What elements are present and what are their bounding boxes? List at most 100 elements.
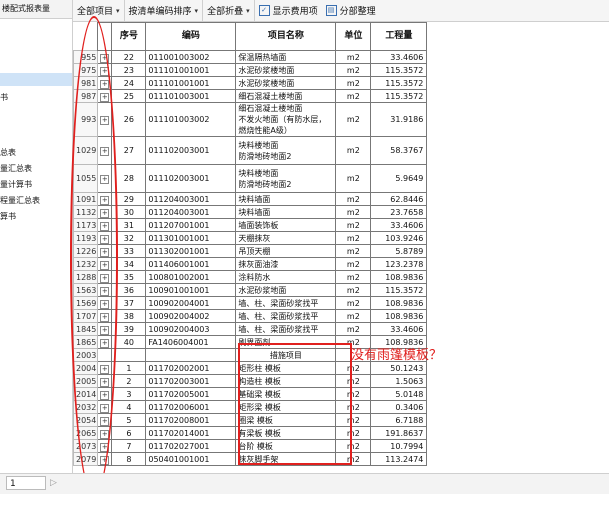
- page-input[interactable]: 1: [6, 476, 46, 490]
- table-row[interactable]: 2014 +3 011702005001 基础梁 模板 m2 5.0148: [72, 387, 428, 401]
- expand-cell[interactable]: +: [97, 205, 113, 219]
- seq-cell[interactable]: 35: [111, 270, 147, 284]
- qty-cell[interactable]: 115.3572: [370, 63, 428, 77]
- expand-cell[interactable]: +: [97, 218, 113, 232]
- expand-cell[interactable]: +: [97, 257, 113, 271]
- code-cell[interactable]: 100902004003: [145, 322, 237, 336]
- name-cell[interactable]: 块料墙面: [235, 192, 337, 206]
- name-cell[interactable]: 构造柱 模板: [235, 374, 337, 388]
- qty-cell[interactable]: 123.2378: [370, 257, 428, 271]
- name-cell[interactable]: 有梁板 模板: [235, 426, 337, 440]
- code-cell[interactable]: 011702003001: [145, 374, 237, 388]
- code-cell[interactable]: 011301001001: [145, 231, 237, 245]
- table-row[interactable]: 1193 +32 011301001001 天棚抹灰 m2 103.9246: [72, 231, 428, 245]
- seq-cell[interactable]: 4: [111, 400, 147, 414]
- seq-cell[interactable]: 36: [111, 283, 147, 297]
- unit-header[interactable]: 单位: [335, 22, 372, 51]
- seq-cell[interactable]: 31: [111, 218, 147, 232]
- expand-cell[interactable]: +: [97, 102, 113, 137]
- seq-cell[interactable]: 2: [111, 374, 147, 388]
- expand-cell[interactable]: +: [97, 400, 113, 414]
- code-cell[interactable]: 011702014001: [145, 426, 237, 440]
- seq-cell[interactable]: 38: [111, 309, 147, 323]
- code-cell[interactable]: FA1406004001: [145, 335, 237, 349]
- expand-cell[interactable]: [97, 348, 113, 362]
- expand-icon[interactable]: +: [100, 338, 110, 348]
- expand-icon[interactable]: +: [100, 234, 110, 244]
- seq-cell[interactable]: 6: [111, 426, 147, 440]
- expand-cell[interactable]: +: [97, 283, 113, 297]
- table-row[interactable]: 2065 +6 011702014001 有梁板 模板 m2 191.8637: [72, 426, 428, 440]
- unit-cell[interactable]: m2: [335, 164, 372, 193]
- name-cell[interactable]: 水泥砂浆楼地面: [235, 63, 337, 77]
- unit-cell[interactable]: m2: [335, 387, 372, 401]
- all-items-dropdown[interactable]: 全部项目 ▾: [73, 0, 125, 21]
- table-row[interactable]: 1226 +33 011302001001 吊顶天棚 m2 5.8789: [72, 244, 428, 258]
- unit-cell[interactable]: m2: [335, 413, 372, 427]
- code-cell[interactable]: 011207001001: [145, 218, 237, 232]
- expand-icon[interactable]: +: [100, 312, 110, 322]
- table-row[interactable]: 975 +23 011101001001 水泥砂浆楼地面 m2 115.3572: [72, 63, 428, 77]
- sidebar-item-qty-calc[interactable]: 量计算书: [0, 178, 72, 191]
- qty-cell[interactable]: 108.9836: [370, 296, 428, 310]
- expand-icon[interactable]: +: [100, 299, 110, 309]
- expand-icon[interactable]: +: [100, 455, 110, 465]
- name-cell[interactable]: 吊顶天棚: [235, 244, 337, 258]
- code-cell[interactable]: 011702005001: [145, 387, 237, 401]
- expand-icon[interactable]: +: [100, 364, 110, 374]
- table-row[interactable]: 2073 +7 011702027001 台阶 模板 m2 10.7994: [72, 439, 428, 453]
- seq-cell[interactable]: 1: [111, 361, 147, 375]
- seq-cell[interactable]: 22: [111, 50, 147, 64]
- code-cell[interactable]: 100902004002: [145, 309, 237, 323]
- seq-cell[interactable]: 37: [111, 296, 147, 310]
- name-cell[interactable]: 基础梁 模板: [235, 387, 337, 401]
- seq-cell[interactable]: 39: [111, 322, 147, 336]
- seq-cell[interactable]: 28: [111, 164, 147, 193]
- seq-cell[interactable]: 7: [111, 439, 147, 453]
- code-cell[interactable]: 100902004001: [145, 296, 237, 310]
- code-cell[interactable]: 050401001001: [145, 452, 237, 466]
- name-cell[interactable]: 天棚抹灰: [235, 231, 337, 245]
- seq-cell[interactable]: 40: [111, 335, 147, 349]
- expand-icon[interactable]: +: [100, 116, 110, 125]
- fold-dropdown[interactable]: 全部折叠 ▾: [203, 0, 255, 21]
- expand-icon[interactable]: +: [100, 175, 110, 184]
- qty-cell[interactable]: 23.7658: [370, 205, 428, 219]
- name-cell[interactable]: 抹灰面油漆: [235, 257, 337, 271]
- seq-cell[interactable]: 5: [111, 413, 147, 427]
- table-row[interactable]: 1029 +27 011102003001 块料楼地面 防滑地砖地面2 m2 58.376…: [72, 136, 428, 165]
- sidebar-item-calc-book[interactable]: 算书: [0, 210, 72, 223]
- expand-icon[interactable]: +: [100, 403, 110, 413]
- name-header[interactable]: 项目名称: [235, 22, 337, 51]
- code-cell[interactable]: 011702002001: [145, 361, 237, 375]
- table-row[interactable]: 2005 +2 011702003001 构造柱 模板 m2 1.5063: [72, 374, 428, 388]
- expand-icon[interactable]: +: [100, 286, 110, 296]
- expand-cell[interactable]: +: [97, 309, 113, 323]
- expand-icon[interactable]: +: [100, 195, 110, 205]
- code-cell[interactable]: 100901001001: [145, 283, 237, 297]
- expand-cell[interactable]: +: [97, 136, 113, 165]
- expand-cell[interactable]: +: [97, 192, 113, 206]
- code-cell[interactable]: 011101001001: [145, 63, 237, 77]
- code-cell[interactable]: 011101001001: [145, 76, 237, 90]
- code-cell[interactable]: 011302001001: [145, 244, 237, 258]
- unit-cell[interactable]: m2: [335, 192, 372, 206]
- expand-icon[interactable]: +: [100, 429, 110, 439]
- seq-cell[interactable]: 30: [111, 205, 147, 219]
- code-cell[interactable]: 011406001001: [145, 257, 237, 271]
- name-cell[interactable]: 台阶 模板: [235, 439, 337, 453]
- table-row[interactable]: 1132 +30 011204003001 块料墙面 m2 23.7658: [72, 205, 428, 219]
- expand-icon[interactable]: +: [100, 79, 110, 89]
- table-row[interactable]: 1173 +31 011207001001 墙面装饰板 m2 33.4606: [72, 218, 428, 232]
- expand-cell[interactable]: +: [97, 413, 113, 427]
- name-cell[interactable]: 矩形柱 模板: [235, 361, 337, 375]
- table-row[interactable]: 987 +25 011101003001 细石混凝土楼地面 m2 115.3572: [72, 89, 428, 103]
- code-cell[interactable]: [145, 348, 237, 362]
- expand-cell[interactable]: +: [97, 335, 113, 349]
- table-row[interactable]: 2032 +4 011702006001 矩形梁 模板 m2 0.3406: [72, 400, 428, 414]
- unit-cell[interactable]: m2: [335, 257, 372, 271]
- table-row[interactable]: 1569 +37 100902004001 墙、柱、梁面砂浆找平 m2 108.9836: [72, 296, 428, 310]
- qty-cell[interactable]: 115.3572: [370, 89, 428, 103]
- expand-cell[interactable]: +: [97, 244, 113, 258]
- expand-icon[interactable]: +: [100, 416, 110, 426]
